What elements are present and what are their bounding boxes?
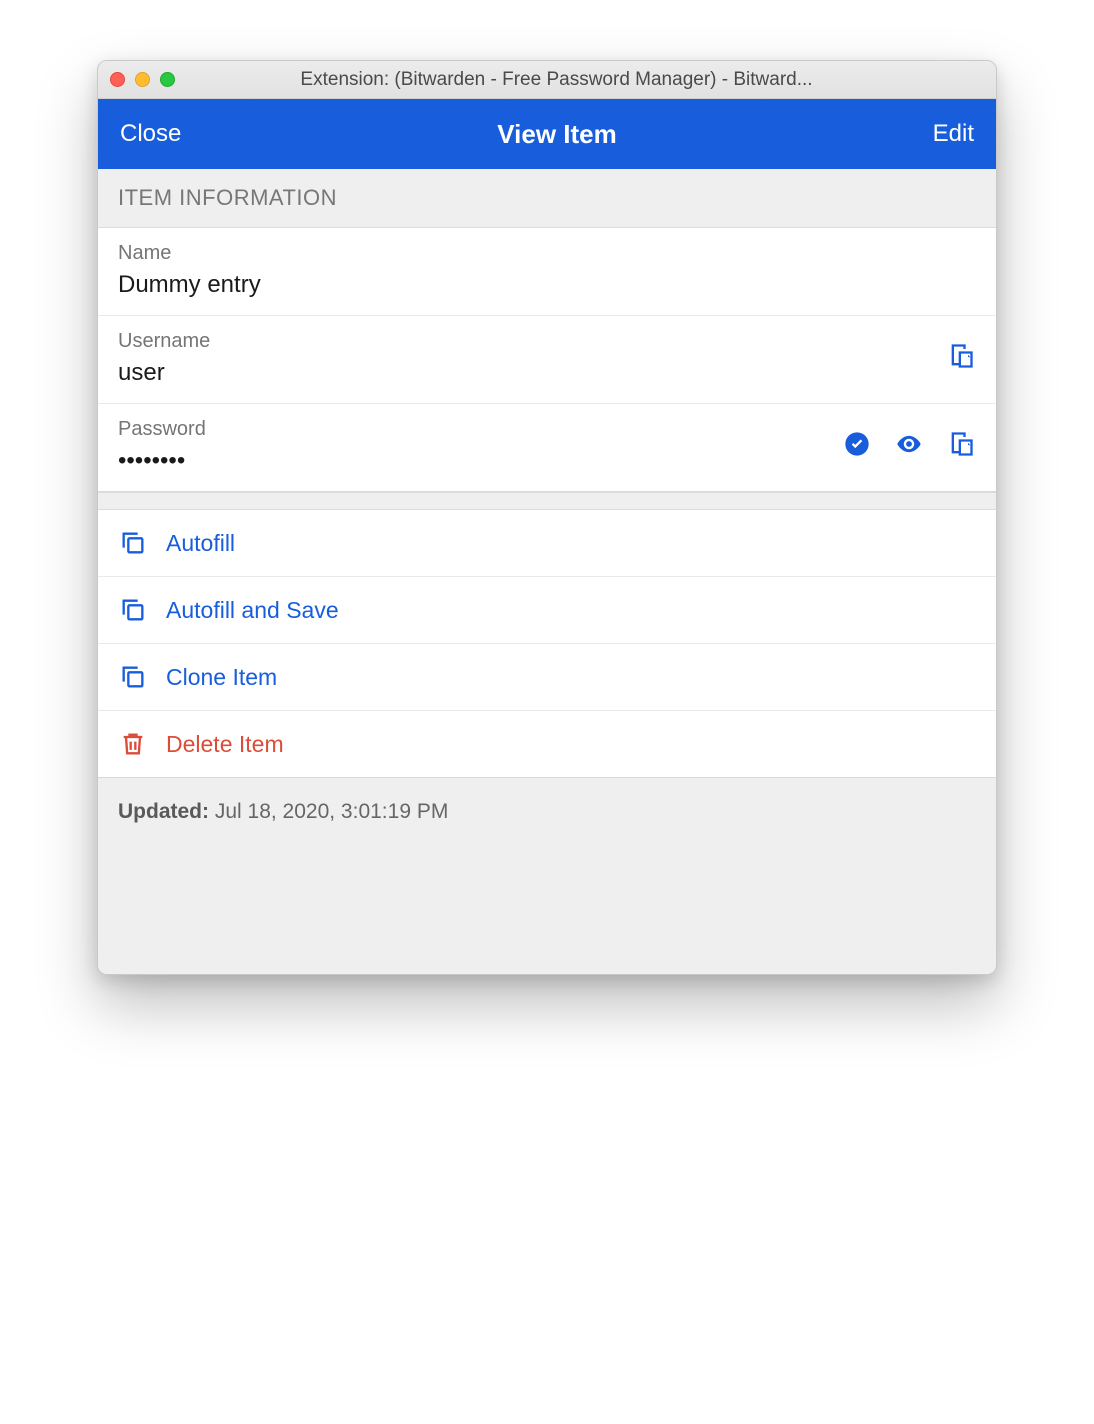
check-password-button[interactable] — [842, 432, 872, 462]
eye-icon — [895, 430, 923, 463]
app-header: Close View Item Edit — [98, 99, 996, 169]
clone-icon — [118, 662, 148, 692]
clone-item-button[interactable]: Clone Item — [98, 643, 996, 710]
delete-item-button[interactable]: Delete Item — [98, 710, 996, 777]
field-password: Password •••••••• — [98, 403, 996, 491]
username-label: Username — [118, 330, 946, 353]
autofill-save-label: Autofill and Save — [166, 597, 339, 624]
toggle-password-visibility-button[interactable] — [894, 432, 924, 462]
section-header-item-info: ITEM INFORMATION — [98, 169, 996, 228]
window-traffic-lights — [110, 72, 175, 87]
window-zoom-button[interactable] — [160, 72, 175, 87]
trash-icon — [118, 729, 148, 759]
autofill-button[interactable]: Autofill — [98, 510, 996, 576]
edit-button[interactable]: Edit — [933, 120, 974, 148]
actions-card: Autofill Autofill and Save Clone Item De… — [98, 510, 996, 778]
copy-icon — [947, 430, 975, 463]
window-title: Extension: (Bitwarden - Free Password Ma… — [189, 69, 984, 91]
updated-label: Updated: — [118, 800, 209, 823]
copy-icon — [947, 342, 975, 375]
app-window: Extension: (Bitwarden - Free Password Ma… — [97, 60, 997, 975]
window-titlebar: Extension: (Bitwarden - Free Password Ma… — [98, 61, 996, 99]
password-label: Password — [118, 418, 842, 441]
item-info-card: Name Dummy entry Username user Password … — [98, 228, 996, 492]
autofill-label: Autofill — [166, 530, 235, 557]
autofill-save-button[interactable]: Autofill and Save — [98, 576, 996, 643]
delete-item-label: Delete Item — [166, 731, 284, 758]
section-spacer — [98, 492, 996, 510]
window-minimize-button[interactable] — [135, 72, 150, 87]
username-value: user — [118, 359, 946, 387]
footer: Updated: Jul 18, 2020, 3:01:19 PM — [98, 778, 996, 974]
copy-password-button[interactable] — [946, 432, 976, 462]
name-value: Dummy entry — [118, 271, 976, 299]
updated-value: Jul 18, 2020, 3:01:19 PM — [215, 800, 449, 823]
password-value: •••••••• — [118, 447, 842, 475]
copy-username-button[interactable] — [946, 344, 976, 374]
check-circle-icon — [843, 430, 871, 463]
page-title: View Item — [497, 119, 616, 150]
field-name: Name Dummy entry — [98, 228, 996, 315]
window-close-button[interactable] — [110, 72, 125, 87]
field-username: Username user — [98, 315, 996, 403]
clone-icon — [118, 595, 148, 625]
close-button[interactable]: Close — [120, 120, 181, 148]
name-label: Name — [118, 242, 976, 265]
clone-item-label: Clone Item — [166, 664, 277, 691]
clone-icon — [118, 528, 148, 558]
